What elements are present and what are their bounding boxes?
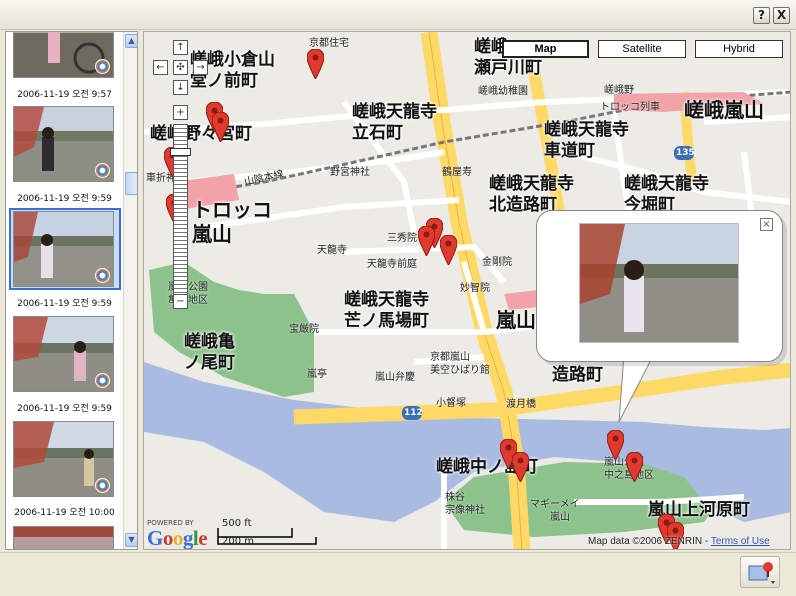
map-type-hybrid-button[interactable]: Hybrid [695, 40, 783, 58]
zoom-in-button[interactable]: + [173, 105, 188, 120]
photo-pin[interactable] [418, 226, 435, 256]
map-district-label: 嵯峨天龍寺 芒ノ馬場町 [344, 290, 429, 331]
map-area-label: トロッコ 嵐山 [192, 198, 272, 246]
google-logo[interactable]: Google [147, 526, 208, 549]
photo-pin-selected[interactable] [607, 430, 624, 460]
photo-pin[interactable] [512, 452, 529, 482]
map-type-map-button[interactable]: Map [502, 40, 589, 58]
thumbnail-date: 2006-11-19 오전 9:57 [17, 90, 112, 100]
map-poi-label: 宝厳院 [289, 324, 319, 335]
map-copyright: Map data ©2006 ZENRIN - Terms of Use [588, 536, 770, 547]
pan-up-button[interactable]: ↑ [173, 40, 188, 55]
photo-thumbnail[interactable] [13, 211, 114, 287]
thumbnail-date: 2006-11-19 오전 9:59 [17, 194, 112, 204]
map-district-label: 嵯峨天龍寺 立石町 [352, 102, 437, 143]
photo-thumbnail[interactable] [13, 32, 114, 78]
map-type-satellite-button[interactable]: Satellite [598, 40, 686, 58]
map-poi-label: 渡月橋 [506, 399, 536, 410]
title-bar: ? X [0, 0, 796, 30]
photo-pin[interactable] [212, 112, 229, 142]
map-poi-label: 鶴屋寿 [442, 167, 472, 178]
zoom-slider-handle[interactable] [170, 148, 191, 156]
terms-of-use-link[interactable]: Terms of Use [711, 536, 770, 547]
photo-pin[interactable] [307, 49, 324, 79]
pan-left-button[interactable]: ← [153, 60, 168, 75]
geotag-icon [95, 59, 110, 74]
map-district-label: 嵯峨天龍寺 車道町 [544, 120, 629, 161]
photo-thumbnail-list[interactable]: 2006-11-19 오전 9:57 2006-11-19 오전 9:59 20… [5, 31, 138, 550]
map-area-label: 嵯峨嵐山 [684, 98, 764, 122]
map-poi-label: 株谷 宗像神社 [445, 492, 485, 516]
geotag-icon [95, 478, 110, 493]
thumbnail-date: 2006-11-19 오전 10:00 [14, 508, 115, 518]
photo-thumbnail[interactable] [13, 526, 114, 549]
photo-pin[interactable] [626, 452, 643, 482]
geotag-menu-icon[interactable] [740, 556, 780, 588]
pan-down-button[interactable]: ↓ [173, 80, 188, 95]
scroll-up-button[interactable]: ▲ [125, 34, 137, 48]
geotag-icon [95, 373, 110, 388]
map-poi-label: マギーメイ [530, 499, 580, 510]
sidebar-scrollbar[interactable]: ▲ ▼ [123, 32, 137, 549]
photo-pin[interactable] [440, 235, 457, 265]
map-poi-label: 嵐山弁慶 [375, 372, 415, 383]
scroll-down-button[interactable]: ▼ [125, 533, 137, 547]
geotag-icon [95, 163, 110, 178]
map-poi-label: 嵯峨野 [604, 85, 634, 96]
map-poi-label: 小督塚 [436, 398, 466, 409]
map-district-label: 嵯峨亀 ノ尾町 [184, 332, 235, 373]
bottom-bar [0, 552, 796, 596]
close-button[interactable]: X [773, 7, 790, 24]
map-poi-label: 嵐山 [550, 512, 570, 523]
geotag-icon [95, 268, 110, 283]
photo-info-popup: × [536, 210, 783, 362]
map-poi-label: 京都嵐山 美空ひばり館 [430, 352, 490, 376]
map-poi-label: 妙智院 [460, 283, 490, 294]
map-poi-label: 野宮神社 [330, 167, 370, 178]
scale-meters: 200 m [222, 536, 255, 547]
map-view[interactable]: 135 112 嵯峨小倉山 堂ノ前町 嵯峨野々宮町 嵯峨天龍寺 立石町 嵯峨 瀬… [143, 31, 791, 550]
map-poi-label: 嵯峨幼稚園 [478, 86, 528, 97]
map-poi-label: トロッコ列車 [600, 102, 660, 113]
zoom-out-button[interactable]: − [173, 294, 188, 309]
photo-thumbnail[interactable] [13, 421, 114, 497]
thumbnail-date: 2006-11-19 오전 9:59 [17, 404, 112, 414]
popup-close-button[interactable]: × [760, 218, 773, 231]
scale-feet: 500 ft [222, 518, 252, 529]
route-badge: 112 [404, 408, 423, 418]
map-poi-label: 金剛院 [482, 257, 512, 268]
map-district-label: 嵯峨野々宮町 [150, 124, 252, 144]
map-area-label: 嵐山 [496, 308, 536, 332]
thumbnail-date: 2006-11-19 오전 9:59 [17, 299, 112, 309]
scroll-thumb[interactable] [125, 172, 137, 195]
pan-center-button[interactable]: ✣ [173, 60, 188, 75]
map-poi-label: 天龍寺前庭 [367, 259, 417, 270]
help-button[interactable]: ? [753, 7, 770, 24]
photo-map-window: ? X 2006-11-19 오전 9:57 2006-11-19 오전 9:5… [0, 0, 796, 596]
map-district-label: 造路町 [552, 365, 603, 385]
popup-photo[interactable] [579, 223, 739, 343]
map-poi-label: 嵐亭 [307, 369, 327, 380]
pan-right-button[interactable]: → [193, 60, 208, 75]
route-badge: 135 [676, 148, 695, 158]
map-poi-label: 天龍寺 [317, 245, 347, 256]
photo-thumbnail[interactable] [13, 106, 114, 182]
map-poi-label: 三秀院 [387, 233, 417, 244]
popup-pointer [618, 354, 655, 423]
photo-thumbnail[interactable] [13, 316, 114, 392]
